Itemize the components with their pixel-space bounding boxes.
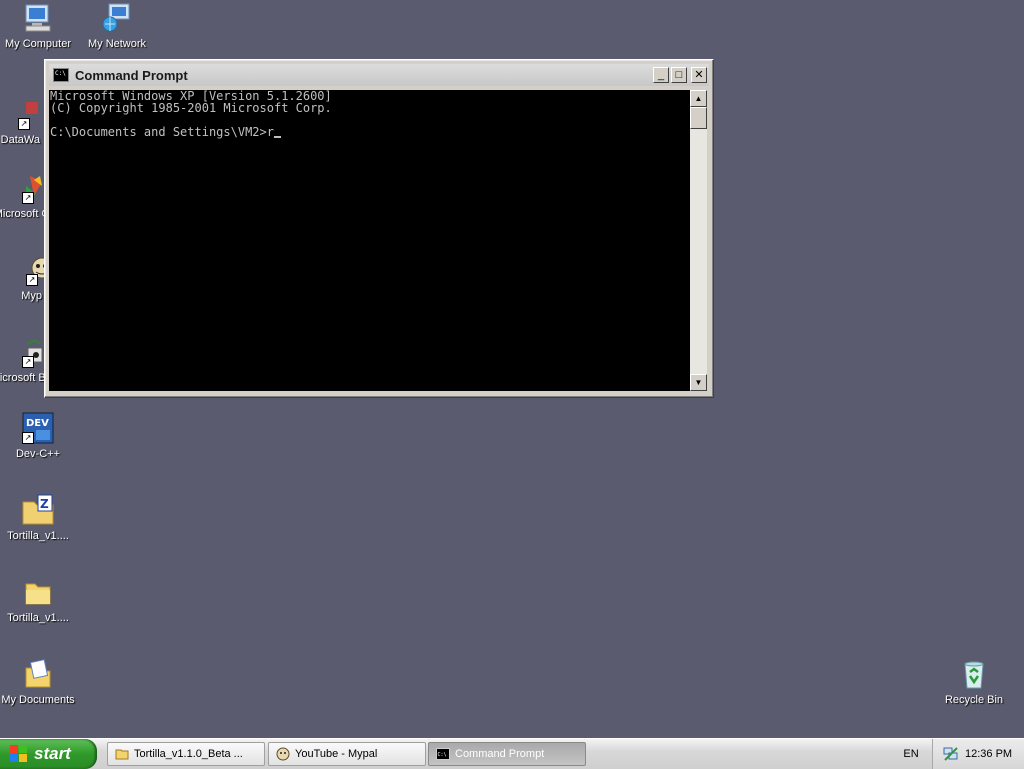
visual-cpp-icon: ↗ [12,172,44,204]
folder-icon [22,576,54,608]
cmd-icon: C:\ [436,748,450,760]
desktop-icon-label: My Documents [1,694,75,706]
desktop-icon-my-documents[interactable]: My Documents [0,658,76,707]
shortcut-arrow-icon: ↗ [18,118,30,130]
scroll-up-button[interactable]: ▲ [690,90,707,107]
text-cursor [273,136,281,138]
network-status-icon[interactable] [943,746,959,762]
shortcut-arrow-icon: ↗ [22,192,34,204]
desktop-icon-my-computer[interactable]: My Computer [0,2,76,51]
datawarehouse-icon: ↗ [8,98,40,130]
zip-folder-icon: Z [22,494,54,526]
taskbar: start Tortilla_v1.1.0_Beta ... YouTube -… [0,738,1024,769]
network-icon [101,2,133,34]
svg-text:Z: Z [40,497,49,511]
recycle-bin-icon [958,658,990,690]
taskbar-button-label: YouTube - Mypal [295,748,378,760]
windows-logo-icon [10,745,28,763]
browser-icon [276,747,290,761]
clock[interactable]: 12:36 PM [965,748,1012,760]
documents-folder-icon [22,658,54,690]
svg-text:DEV: DEV [26,418,49,429]
console-line: (C) Copyright 1985-2001 Microsoft Corp. [50,101,332,115]
svg-text:C:\: C:\ [438,752,447,758]
shortcut-arrow-icon: ↗ [26,274,38,286]
system-tray: 12:36 PM [932,739,1024,769]
command-prompt-window[interactable]: Command Prompt _ □ ✕ Microsoft Windows X… [44,59,714,398]
vertical-scrollbar[interactable]: ▲ ▼ [690,90,707,391]
start-label: start [34,744,71,763]
computer-icon [22,2,54,34]
minimize-button[interactable]: _ [653,67,669,83]
folder-icon [115,749,129,760]
desktop-icon-recycle-bin[interactable]: Recycle Bin [936,658,1012,707]
maximize-button[interactable]: □ [671,67,687,83]
shortcut-arrow-icon: ↗ [22,356,34,368]
taskbar-button-command-prompt[interactable]: C:\ Command Prompt [428,742,586,766]
shortcut-arrow-icon: ↗ [22,432,34,444]
scroll-thumb[interactable] [690,107,707,129]
scroll-down-button[interactable]: ▼ [690,374,707,391]
desktop-icon-tortilla-zip[interactable]: Z Tortilla_v1.... [0,494,76,543]
desktop-icon-tortilla-folder[interactable]: Tortilla_v1.... [0,576,76,625]
taskbar-button-label: Tortilla_v1.1.0_Beta ... [134,748,243,760]
console-output[interactable]: Microsoft Windows XP [Version 5.1.2600] … [49,90,690,391]
taskbar-button-tortilla[interactable]: Tortilla_v1.1.0_Beta ... [107,742,265,766]
desktop-icon-label: My Computer [4,38,72,50]
close-button[interactable]: ✕ [691,67,707,83]
desktop-icon-dev-cpp[interactable]: DEV ↗ Dev-C++ [0,412,76,461]
taskbar-button-youtube-mypal[interactable]: YouTube - Mypal [268,742,426,766]
desktop-icon-label: My Network Places [87,38,147,50]
taskbar-button-label: Command Prompt [455,748,545,760]
start-button[interactable]: start [0,739,97,769]
desktop-icon-my-network-places[interactable]: My Network Places [79,2,155,51]
cmd-icon [53,68,69,82]
desktop-icon-label: Recycle Bin [944,694,1004,706]
desktop-icon-label: Dev-C++ [15,448,61,460]
desktop-icon-label: Tortilla_v1.... [7,530,69,542]
desktop-icon-label: Tortilla_v1.... [7,612,69,624]
language-indicator[interactable]: EN [896,739,926,769]
dev-cpp-icon: DEV ↗ [22,412,54,444]
window-titlebar[interactable]: Command Prompt _ □ ✕ [49,64,709,86]
console-prompt-line: C:\Documents and Settings\VM2>r [50,125,274,139]
visual-basic-icon: ↗ [12,336,44,368]
window-title: Command Prompt [75,67,188,83]
